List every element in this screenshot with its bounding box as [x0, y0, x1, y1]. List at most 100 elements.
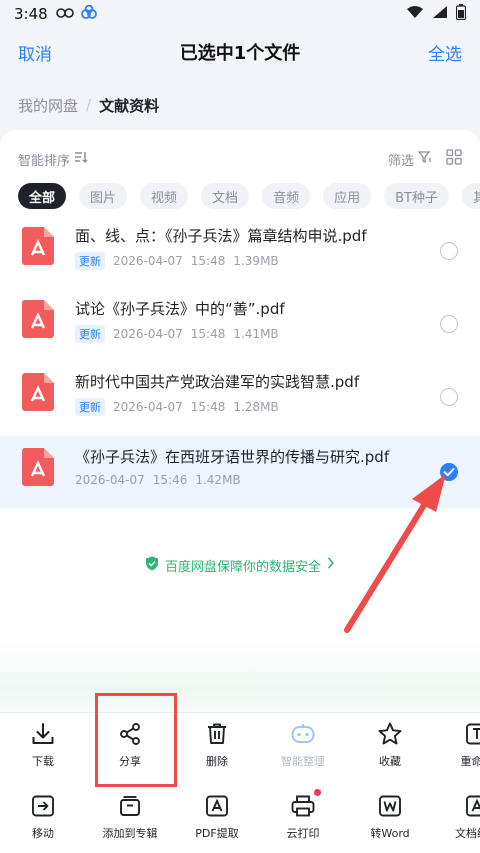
breadcrumb: 我的网盘 / 文献资料	[18, 92, 159, 118]
album-icon	[117, 793, 143, 819]
breadcrumb-current: 文献资料	[99, 96, 160, 115]
to-word-button[interactable]: 转Word	[345, 785, 435, 845]
check-icon	[443, 468, 455, 477]
top-nav: 取消 已选中1个文件 全选	[0, 30, 480, 74]
rename-button[interactable]: 重命名	[432, 713, 480, 773]
chip-other[interactable]: 其他	[461, 183, 480, 209]
cancel-button[interactable]: 取消	[18, 40, 52, 65]
rename-icon	[464, 721, 480, 747]
add-to-album-label: 添加到专辑	[102, 827, 158, 840]
action-toolbar: 下载 分享 删除 智能整理 收藏 重命名 移动	[0, 712, 480, 853]
chip-images[interactable]: 图片	[79, 183, 128, 209]
word-icon	[377, 793, 403, 819]
file-name: 《孙子兵法》在西班牙语世界的传播与研究.pdf	[75, 448, 390, 466]
file-time: 15:46	[152, 473, 188, 487]
select-radio[interactable]	[440, 315, 458, 333]
file-date: 2026-04-07	[75, 473, 145, 487]
file-row[interactable]: 试论《孙子兵法》中的“善”.pdf 更新 2026-04-07 15:48 1.…	[0, 288, 480, 360]
cloud-print-button[interactable]: 云打印	[258, 785, 348, 845]
baidu-netdisk-icon	[80, 4, 98, 23]
select-radio[interactable]	[440, 242, 458, 260]
chip-bt-torrents[interactable]: BT种子	[384, 183, 449, 209]
file-size: 1.42MB	[195, 473, 241, 487]
baidu-cloud-icon	[55, 5, 74, 23]
move-icon	[30, 793, 56, 819]
sort-row: 智能排序 筛选	[18, 148, 462, 170]
notification-dot	[314, 789, 321, 796]
printer-icon	[290, 789, 321, 819]
shield-icon	[145, 556, 159, 575]
favorite-label: 收藏	[379, 755, 401, 768]
pdf-extract-label: PDF提取	[195, 827, 239, 840]
pdf-file-icon	[22, 227, 54, 265]
pdf-extract-button[interactable]: PDF提取	[172, 785, 262, 845]
select-radio[interactable]	[440, 388, 458, 406]
rename-label: 重命名	[460, 755, 480, 768]
security-notice-text: 百度网盘保障你的数据安全	[164, 559, 321, 575]
smart-organize-button[interactable]: 智能整理	[258, 713, 348, 773]
file-row[interactable]: 新时代中国共产党政治建军的实践智慧.pdf 更新 2026-04-07 15:4…	[0, 361, 480, 433]
share-icon	[117, 721, 143, 747]
file-date: 2026-04-07	[113, 400, 183, 414]
update-badge: 更新	[75, 398, 105, 416]
file-row[interactable]: 面、线、点：《孙子兵法》篇章结构申说.pdf 更新 2026-04-07 15:…	[0, 215, 480, 287]
sort-label: 智能排序	[18, 153, 71, 169]
share-button[interactable]: 分享	[85, 713, 175, 773]
chip-audio[interactable]: 音频	[262, 183, 311, 209]
update-badge: 更新	[75, 325, 105, 343]
file-row-selected[interactable]: 《孙子兵法》在西班牙语世界的传播与研究.pdf 2026-04-07 15:46…	[0, 436, 480, 508]
file-date: 2026-04-07	[113, 254, 183, 268]
file-size: 1.28MB	[233, 400, 279, 414]
breadcrumb-separator: /	[86, 96, 92, 114]
share-label: 分享	[119, 755, 141, 768]
delete-button[interactable]: 删除	[172, 713, 262, 773]
add-to-album-button[interactable]: 添加到专辑	[85, 785, 175, 845]
status-bar: 3:48	[0, 0, 480, 28]
sort-icon	[74, 151, 88, 167]
file-time: 15:48	[190, 254, 226, 268]
grid-view-icon	[446, 149, 462, 169]
select-radio-checked[interactable]	[440, 463, 458, 481]
doc-edit-label: 文档编辑	[455, 827, 480, 840]
chip-apps[interactable]: 应用	[323, 183, 372, 209]
doc-edit-icon	[464, 793, 480, 819]
trash-icon	[204, 721, 230, 747]
status-time: 3:48	[14, 5, 48, 23]
file-size: 1.39MB	[233, 254, 279, 268]
doc-edit-button[interactable]: 文档编辑	[432, 785, 480, 845]
move-button[interactable]: 移动	[0, 785, 88, 845]
delete-label: 删除	[206, 755, 228, 768]
file-date: 2026-04-07	[113, 327, 183, 341]
pdf-file-icon	[22, 300, 54, 338]
file-time: 15:48	[190, 327, 226, 341]
smart-organize-label: 智能整理	[281, 755, 325, 768]
file-name: 面、线、点：《孙子兵法》篇章结构申说.pdf	[75, 227, 367, 245]
smart-sort-button[interactable]: 智能排序	[18, 150, 88, 169]
select-all-button[interactable]: 全选	[428, 40, 462, 65]
wifi-icon	[406, 5, 424, 23]
filter-button[interactable]: 筛选	[388, 150, 432, 169]
to-word-label: 转Word	[370, 827, 410, 840]
update-badge: 更新	[75, 252, 105, 270]
file-name: 新时代中国共产党政治建军的实践智慧.pdf	[75, 373, 360, 391]
file-size: 1.41MB	[233, 327, 279, 341]
pdf-file-icon	[22, 448, 54, 486]
security-notice-link[interactable]: 百度网盘保障你的数据安全	[0, 555, 480, 575]
file-name: 试论《孙子兵法》中的“善”.pdf	[75, 300, 285, 318]
chevron-right-icon	[327, 557, 335, 573]
favorite-button[interactable]: 收藏	[345, 713, 435, 773]
robot-icon	[290, 721, 316, 747]
file-time: 15:48	[190, 400, 226, 414]
signal-icon	[432, 5, 448, 23]
star-icon	[377, 721, 403, 747]
chip-all[interactable]: 全部	[18, 183, 67, 209]
move-label: 移动	[32, 827, 54, 840]
breadcrumb-root[interactable]: 我的网盘	[18, 95, 78, 116]
chip-documents[interactable]: 文档	[201, 183, 250, 209]
category-chips: 全部 图片 视频 文档 音频 应用 BT种子 其他	[18, 183, 480, 211]
chip-videos[interactable]: 视频	[140, 183, 189, 209]
filter-icon	[417, 151, 432, 167]
grid-view-toggle[interactable]	[446, 149, 462, 169]
download-button[interactable]: 下载	[0, 713, 88, 773]
filter-label: 筛选	[387, 153, 414, 169]
